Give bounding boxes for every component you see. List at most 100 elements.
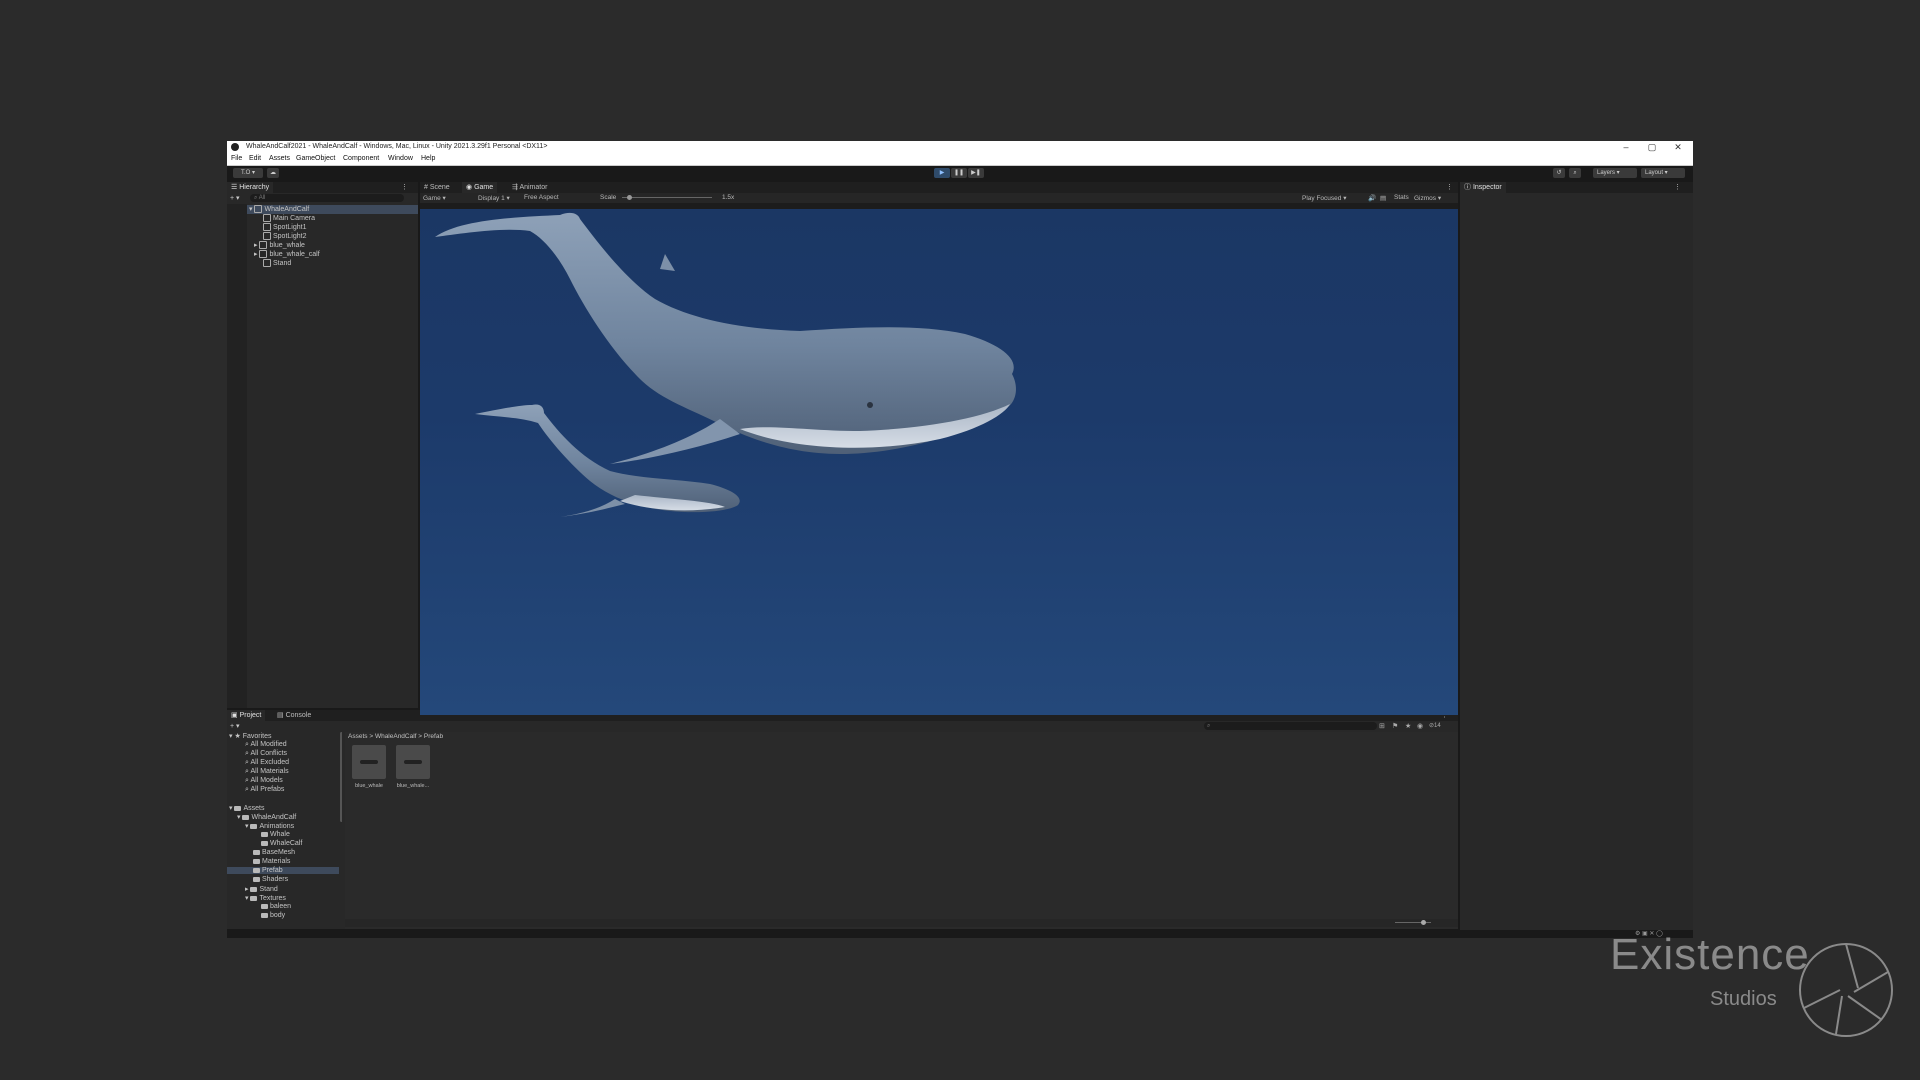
breadcrumb: Assets > WhaleAndCalf > Prefab	[348, 733, 444, 740]
hierarchy-search-input[interactable]: ⌕ All	[250, 194, 404, 202]
breadcrumb-item[interactable]: Assets	[348, 733, 368, 740]
folder-label: WhaleCalf	[270, 840, 303, 847]
tab-console[interactable]: ▤ Console	[273, 710, 315, 721]
hierarchy-item-spotlight1[interactable]: SpotLight1	[263, 223, 306, 231]
tab-animator[interactable]: ⇶ Animator	[508, 182, 551, 193]
menu-assets[interactable]: Assets	[269, 155, 290, 162]
menu-edit[interactable]: Edit	[249, 155, 261, 162]
hierarchy-item-blue-whale[interactable]: ▸ blue_whale	[254, 241, 305, 250]
mute-audio-icon[interactable]: 🔊	[1368, 194, 1376, 202]
hierarchy-item-blue-whale-calf[interactable]: ▸ blue_whale_calf	[254, 250, 320, 259]
folder-stand[interactable]: ▸ Stand	[245, 885, 278, 893]
favorite-all-conflicts[interactable]: ⌕ All Conflicts	[245, 750, 287, 758]
folder-prefab[interactable]: Prefab	[227, 867, 339, 874]
layout-dropdown[interactable]: Layout ▾	[1641, 168, 1685, 178]
favorite-icon[interactable]: ★	[1405, 722, 1411, 730]
account-dropdown[interactable]: T.O ▾	[233, 168, 263, 178]
camera-dropdown[interactable]: Game ▾	[423, 194, 446, 202]
folder-animations[interactable]: ▾ Animations	[245, 822, 294, 830]
gizmos-dropdown[interactable]: Gizmos ▾	[1414, 194, 1441, 202]
tab-project[interactable]: ▣ Project	[227, 710, 266, 721]
folder-body[interactable]: body	[261, 912, 285, 919]
favorite-all-materials[interactable]: ⌕ All Materials	[245, 768, 289, 776]
folder-whalecalf[interactable]: WhaleCalf	[261, 840, 302, 847]
assets-header[interactable]: ▾ Assets	[229, 804, 264, 812]
history-icon[interactable]: ↺	[1553, 168, 1565, 178]
hierarchy-item-label: SpotLight2	[273, 232, 307, 240]
thumbnail-size-thumb[interactable]	[1421, 920, 1426, 925]
hidden-packages-icon[interactable]: ◉	[1417, 722, 1423, 730]
hierarchy-item-stand[interactable]: Stand	[263, 259, 291, 267]
favorite-all-modified[interactable]: ⌕ All Modified	[245, 741, 287, 749]
asset-thumbnail[interactable]: blue_whale	[349, 745, 389, 797]
close-button[interactable]: ✕	[1665, 142, 1691, 153]
breadcrumb-item[interactable]: Prefab	[424, 733, 443, 740]
filter-label-icon[interactable]: ⚑	[1392, 722, 1398, 730]
whale-thumbnail-icon	[360, 760, 378, 764]
folder-label: BaseMesh	[262, 849, 296, 856]
hierarchy-item-main-camera[interactable]: Main Camera	[263, 214, 315, 222]
favorite-all-excluded[interactable]: ⌕ All Excluded	[245, 759, 289, 767]
project-search-input[interactable]: ⌕	[1204, 722, 1377, 730]
menu-help[interactable]: Help	[421, 155, 435, 162]
favorite-all-models[interactable]: ⌕ All Models	[245, 777, 283, 785]
asset-count: ⊘14	[1429, 723, 1441, 729]
layers-dropdown[interactable]: Layers ▾	[1593, 168, 1637, 178]
scale-slider[interactable]	[622, 197, 712, 198]
menu-file[interactable]: File	[231, 155, 242, 162]
favorites-header[interactable]: ▾ ★ Favorites	[229, 732, 271, 740]
inspector-tabstrip: ⓘ Inspector ⋮	[1460, 182, 1693, 193]
gameobject-icon	[259, 250, 268, 259]
folder-materials[interactable]: Materials	[253, 858, 290, 865]
tab-hierarchy[interactable]: ☰ Hierarchy	[227, 182, 274, 193]
breadcrumb-item[interactable]: WhaleAndCalf	[375, 733, 417, 740]
hierarchy-search-placeholder: All	[258, 195, 266, 201]
folder-baleen[interactable]: baleen	[261, 903, 291, 910]
folder-whaleandcalf[interactable]: ▾ WhaleAndCalf	[237, 813, 296, 821]
create-asset-icon[interactable]: + ▾	[230, 722, 240, 730]
lock-icon[interactable]: ⋮	[1670, 182, 1685, 193]
game-view-render[interactable]	[420, 209, 1458, 715]
play-button[interactable]: ▶	[934, 168, 950, 178]
filter-type-icon[interactable]: ⊞	[1379, 722, 1385, 730]
tab-inspector[interactable]: ⓘ Inspector	[1460, 182, 1506, 193]
folder-icon	[250, 886, 258, 892]
cloud-icon[interactable]: ☁	[267, 168, 279, 178]
menu-component[interactable]: Component	[343, 155, 379, 162]
asset-thumbnail[interactable]: blue_whale...	[393, 745, 433, 797]
unity-logo-icon	[231, 143, 239, 151]
hierarchy-item-root[interactable]: ▾ WhaleAndCalf	[247, 205, 418, 214]
panel-menu-icon[interactable]: ⋮	[1442, 182, 1457, 193]
account-label: T.O	[240, 170, 251, 176]
add-icon[interactable]: + ▾	[230, 194, 240, 202]
tab-scene[interactable]: # Scene	[420, 182, 454, 193]
pause-button[interactable]: ❚❚	[951, 168, 967, 178]
favorites-label: Favorites	[242, 733, 272, 740]
display-dropdown[interactable]: Display 1 ▾	[478, 194, 510, 202]
panel-menu-icon[interactable]: ⋮	[397, 182, 412, 193]
folder-tree-scrollbar[interactable]	[340, 732, 342, 822]
folder-label: Shaders	[262, 876, 289, 883]
aspect-dropdown[interactable]: Free Aspect	[524, 194, 559, 201]
folder-label: Animations	[259, 823, 295, 830]
minimize-button[interactable]: –	[1613, 142, 1639, 153]
search-icon[interactable]: ⌕	[1569, 168, 1581, 178]
folder-whale[interactable]: Whale	[261, 831, 290, 838]
step-button[interactable]: ▶❚	[968, 168, 984, 178]
menu-window[interactable]: Window	[388, 155, 413, 162]
stats-toggle[interactable]: ▤	[1380, 194, 1386, 202]
favorite-all-prefabs[interactable]: ⌕ All Prefabs	[245, 786, 284, 794]
folder-basemesh[interactable]: BaseMesh	[253, 849, 295, 856]
folder-textures[interactable]: ▾ Textures	[245, 894, 286, 902]
hierarchy-item-label: Main Camera	[273, 214, 316, 222]
scale-slider-thumb[interactable]	[627, 195, 632, 200]
folder-shaders[interactable]: Shaders	[253, 876, 288, 883]
hierarchy-item-spotlight2[interactable]: SpotLight2	[263, 232, 306, 240]
play-focused-dropdown[interactable]: Play Focused ▾	[1302, 194, 1346, 202]
stats-button[interactable]: Stats	[1394, 194, 1409, 201]
prefab-preview	[352, 745, 386, 779]
menu-gameobject[interactable]: GameObject	[296, 155, 335, 162]
gameobject-icon	[263, 259, 271, 267]
maximize-button[interactable]: ▢	[1639, 142, 1665, 153]
tab-game[interactable]: ◉ Game	[462, 182, 498, 193]
